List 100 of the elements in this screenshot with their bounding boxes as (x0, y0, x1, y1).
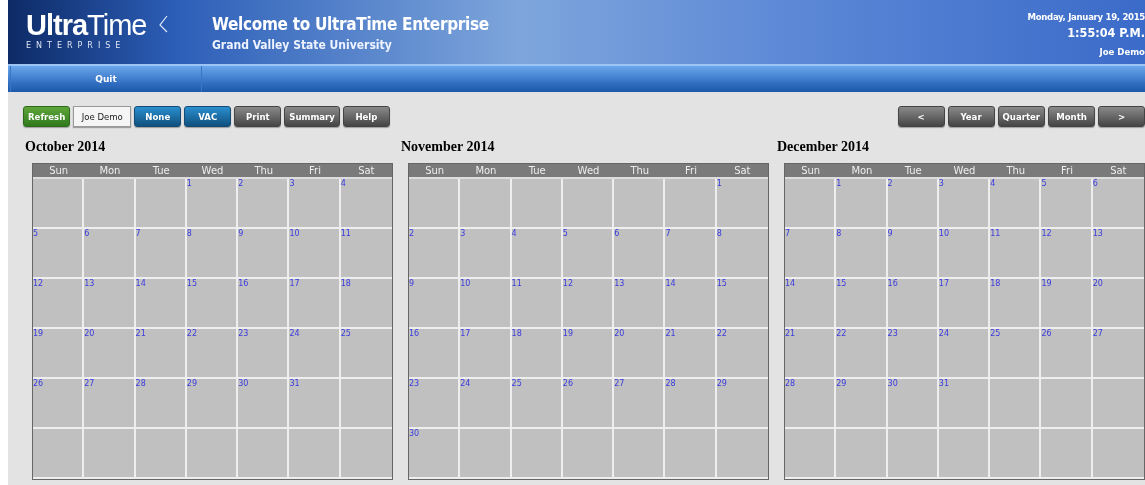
day-cell[interactable]: 10 (289, 229, 341, 279)
day-cell[interactable]: 17 (938, 279, 991, 329)
day-cell[interactable]: 14 (135, 279, 187, 329)
day-cell[interactable]: 25 (990, 329, 1042, 379)
day-cell[interactable]: 10 (938, 229, 991, 279)
day-cell[interactable]: 19 (1041, 279, 1093, 329)
day-cell[interactable]: 5 (33, 229, 85, 279)
view-button[interactable]: > (1098, 106, 1145, 127)
day-cell[interactable]: 26 (562, 379, 615, 429)
day-cell[interactable]: 31 (289, 379, 341, 429)
day-cell[interactable]: 15 (716, 279, 768, 329)
day-cell[interactable]: 26 (33, 379, 85, 429)
toolbar-button[interactable]: Refresh (23, 106, 71, 127)
day-cell[interactable]: 12 (1041, 229, 1093, 279)
day-cell[interactable]: 11 (990, 229, 1042, 279)
toolbar-button[interactable]: Help (342, 106, 390, 127)
day-cell[interactable]: 14 (785, 279, 837, 329)
day-cell[interactable]: 17 (289, 279, 341, 329)
day-cell[interactable]: 21 (135, 329, 187, 379)
day-cell[interactable]: 20 (84, 329, 136, 379)
day-cell[interactable]: 3 (938, 179, 991, 229)
day-cell[interactable]: 25 (340, 329, 392, 379)
day-cell[interactable]: 28 (135, 379, 187, 429)
toolbar-button[interactable]: None (134, 106, 182, 127)
day-cell[interactable]: 28 (785, 379, 837, 429)
day-cell[interactable]: 23 (409, 379, 461, 429)
day-cell[interactable]: 7 (665, 229, 717, 279)
day-cell[interactable]: 1 (836, 179, 888, 229)
day-cell[interactable]: 3 (460, 229, 512, 279)
day-cell[interactable]: 16 (238, 279, 290, 329)
day-cell[interactable]: 29 (836, 379, 888, 429)
day-cell[interactable]: 9 (409, 279, 461, 329)
day-cell[interactable]: 16 (409, 329, 461, 379)
day-cell[interactable]: 24 (938, 329, 991, 379)
day-cell[interactable]: 25 (511, 379, 563, 429)
day-cell[interactable]: 5 (1041, 179, 1093, 229)
day-cell[interactable]: 22 (836, 329, 888, 379)
day-cell[interactable]: 23 (887, 329, 939, 379)
day-cell[interactable]: 30 (887, 379, 939, 429)
day-cell[interactable]: 15 (836, 279, 888, 329)
day-cell[interactable]: 31 (938, 379, 991, 429)
day-cell[interactable]: 21 (785, 329, 837, 379)
day-cell[interactable]: 13 (1092, 229, 1144, 279)
day-cell[interactable]: 20 (1092, 279, 1144, 329)
day-cell[interactable]: 13 (84, 279, 136, 329)
day-cell[interactable]: 27 (614, 379, 666, 429)
day-cell[interactable]: 16 (887, 279, 939, 329)
nav-link[interactable]: Quit (10, 66, 202, 92)
day-cell[interactable]: 17 (460, 329, 512, 379)
view-button[interactable]: Month (1048, 106, 1095, 127)
day-cell[interactable]: 30 (409, 429, 461, 479)
day-cell[interactable]: 6 (614, 229, 666, 279)
toolbar-button[interactable]: Print (234, 106, 282, 127)
day-cell[interactable]: 4 (990, 179, 1042, 229)
day-cell[interactable]: 3 (289, 179, 341, 229)
day-cell[interactable]: 23 (238, 329, 290, 379)
day-cell[interactable]: 7 (135, 229, 187, 279)
day-cell[interactable]: 21 (665, 329, 717, 379)
day-cell[interactable]: 22 (716, 329, 768, 379)
day-cell[interactable]: 26 (1041, 329, 1093, 379)
day-cell[interactable]: 7 (785, 229, 837, 279)
day-cell[interactable]: 24 (460, 379, 512, 429)
day-cell[interactable]: 2 (409, 229, 461, 279)
day-cell[interactable]: 5 (562, 229, 615, 279)
day-cell[interactable]: 1 (186, 179, 239, 229)
day-cell[interactable]: 27 (1092, 329, 1144, 379)
toolbar-button[interactable]: VAC (184, 106, 232, 127)
day-cell[interactable]: 28 (665, 379, 717, 429)
view-button[interactable]: Year (947, 106, 995, 127)
view-button[interactable]: Quarter (997, 106, 1045, 127)
day-cell[interactable]: 11 (511, 279, 563, 329)
day-cell[interactable]: 9 (887, 229, 939, 279)
day-cell[interactable]: 2 (887, 179, 939, 229)
day-cell[interactable]: 14 (665, 279, 717, 329)
day-cell[interactable]: 19 (33, 329, 85, 379)
toolbar-button[interactable]: Joe Demo (73, 106, 132, 127)
day-cell[interactable]: 15 (186, 279, 239, 329)
day-cell[interactable]: 18 (340, 279, 392, 329)
day-cell[interactable]: 1 (716, 179, 768, 229)
day-cell[interactable]: 30 (238, 379, 290, 429)
day-cell[interactable]: 27 (84, 379, 136, 429)
day-cell[interactable]: 20 (614, 329, 666, 379)
day-cell[interactable]: 8 (836, 229, 888, 279)
day-cell[interactable]: 22 (186, 329, 239, 379)
day-cell[interactable]: 12 (33, 279, 85, 329)
day-cell[interactable]: 18 (511, 329, 563, 379)
day-cell[interactable]: 18 (990, 279, 1042, 329)
day-cell[interactable]: 8 (186, 229, 239, 279)
toolbar-button[interactable]: Summary (284, 106, 340, 127)
day-cell[interactable]: 24 (289, 329, 341, 379)
day-cell[interactable]: 6 (84, 229, 136, 279)
view-button[interactable]: < (897, 106, 945, 127)
day-cell[interactable]: 8 (716, 229, 768, 279)
day-cell[interactable]: 29 (186, 379, 239, 429)
day-cell[interactable]: 9 (238, 229, 290, 279)
day-cell[interactable]: 2 (238, 179, 290, 229)
day-cell[interactable]: 10 (460, 279, 512, 329)
day-cell[interactable]: 13 (614, 279, 666, 329)
day-cell[interactable]: 29 (716, 379, 768, 429)
day-cell[interactable]: 4 (511, 229, 563, 279)
